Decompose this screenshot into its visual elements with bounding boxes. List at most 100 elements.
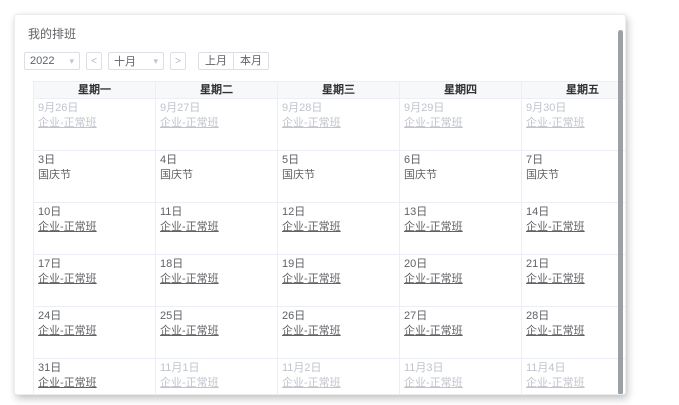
- calendar-cell[interactable]: 11月2日 企业-正常班: [278, 359, 400, 395]
- cell-date: 28日: [526, 309, 626, 324]
- shift-link[interactable]: 企业-正常班: [404, 117, 463, 129]
- cell-date: 26日: [282, 309, 395, 324]
- cell-date: 12日: [282, 205, 395, 220]
- cell-date: 3日: [38, 153, 151, 168]
- weekday-header: 星期一: [34, 82, 156, 99]
- holiday-label: 国庆节: [38, 169, 71, 181]
- shift-link[interactable]: 企业-正常班: [282, 221, 341, 233]
- calendar-cell[interactable]: 27日 企业-正常班: [400, 307, 522, 359]
- shift-link[interactable]: 企业-正常班: [404, 221, 463, 233]
- cell-date: 24日: [38, 309, 151, 324]
- shift-link[interactable]: 企业-正常班: [38, 377, 97, 389]
- holiday-label: 国庆节: [160, 169, 193, 181]
- prev-arrow-button[interactable]: <: [86, 52, 102, 70]
- calendar-cell[interactable]: 19日 企业-正常班: [278, 255, 400, 307]
- shift-link[interactable]: 企业-正常班: [404, 273, 463, 285]
- calendar-cell[interactable]: 31日 企业-正常班: [34, 359, 156, 395]
- shift-link[interactable]: 企业-正常班: [526, 377, 585, 389]
- calendar-cell[interactable]: 20日 企业-正常班: [400, 255, 522, 307]
- cell-date: 31日: [38, 361, 151, 376]
- next-arrow-button[interactable]: >: [170, 52, 186, 70]
- year-select-value: 2022: [30, 55, 54, 67]
- shift-link[interactable]: 企业-正常班: [160, 273, 219, 285]
- cell-date: 21日: [526, 257, 626, 272]
- cell-date: 11月4日: [526, 361, 626, 376]
- cell-date: 13日: [404, 205, 517, 220]
- calendar-cell[interactable]: 9月29日 企业-正常班: [400, 99, 522, 151]
- calendar-cell[interactable]: 6日 国庆节: [400, 151, 522, 203]
- shift-link[interactable]: 企业-正常班: [160, 117, 219, 129]
- cell-date: 11月2日: [282, 361, 395, 376]
- calendar-cell[interactable]: 9月30日 企业-正常班: [522, 99, 626, 151]
- calendar-cell[interactable]: 18日 企业-正常班: [156, 255, 278, 307]
- chevron-down-icon: ▾: [153, 57, 158, 66]
- calendar-cell[interactable]: 17日 企业-正常班: [34, 255, 156, 307]
- page-title: 我的排班: [28, 26, 625, 42]
- shift-link[interactable]: 企业-正常班: [38, 273, 97, 285]
- holiday-label: 国庆节: [404, 169, 437, 181]
- shift-link[interactable]: 企业-正常班: [282, 325, 341, 337]
- shift-link[interactable]: 企业-正常班: [526, 325, 585, 337]
- month-select[interactable]: 十月 ▾: [108, 52, 164, 70]
- calendar-cell[interactable]: 9月27日 企业-正常班: [156, 99, 278, 151]
- shift-link[interactable]: 企业-正常班: [282, 377, 341, 389]
- vertical-scrollbar[interactable]: [618, 30, 623, 395]
- calendar-toolbar: 2022 ▾ < 十月 ▾ > 上月 本月: [24, 52, 625, 70]
- cell-date: 7日: [526, 153, 626, 168]
- month-nav-group: 上月 本月: [198, 52, 269, 70]
- calendar-cell[interactable]: 11月1日 企业-正常班: [156, 359, 278, 395]
- calendar-cell[interactable]: 26日 企业-正常班: [278, 307, 400, 359]
- shift-link[interactable]: 企业-正常班: [160, 325, 219, 337]
- calendar-cell[interactable]: 21日 企业-正常班: [522, 255, 626, 307]
- shift-link[interactable]: 企业-正常班: [38, 117, 97, 129]
- shift-link[interactable]: 企业-正常班: [404, 325, 463, 337]
- calendar-cell[interactable]: 9月28日 企业-正常班: [278, 99, 400, 151]
- shift-link[interactable]: 企业-正常班: [160, 377, 219, 389]
- shift-link[interactable]: 企业-正常班: [282, 273, 341, 285]
- schedule-panel: 我的排班 2022 ▾ < 十月 ▾ > 上月 本月 星期一 星期二 星期三 星…: [14, 14, 626, 395]
- shift-link[interactable]: 企业-正常班: [38, 325, 97, 337]
- calendar-cell[interactable]: 28日 企业-正常班: [522, 307, 626, 359]
- shift-link[interactable]: 企业-正常班: [526, 221, 585, 233]
- shift-link[interactable]: 企业-正常班: [404, 377, 463, 389]
- calendar-cell[interactable]: 12日 企业-正常班: [278, 203, 400, 255]
- calendar-week-row: 17日 企业-正常班 18日 企业-正常班 19日 企业-正常班 20日 企业-…: [33, 255, 626, 307]
- calendar-week-row: 3日 国庆节 4日 国庆节 5日 国庆节 6日 国庆节 7日 国庆节: [33, 151, 626, 203]
- month-select-value: 十月: [114, 53, 136, 69]
- shift-link[interactable]: 企业-正常班: [160, 221, 219, 233]
- cell-date: 27日: [404, 309, 517, 324]
- year-select[interactable]: 2022 ▾: [24, 52, 80, 70]
- shift-link[interactable]: 企业-正常班: [282, 117, 341, 129]
- shift-link[interactable]: 企业-正常班: [526, 117, 585, 129]
- calendar-cell[interactable]: 5日 国庆节: [278, 151, 400, 203]
- calendar-cell[interactable]: 13日 企业-正常班: [400, 203, 522, 255]
- shift-link[interactable]: 企业-正常班: [38, 221, 97, 233]
- cell-date: 18日: [160, 257, 273, 272]
- holiday-label: 国庆节: [282, 169, 315, 181]
- calendar-cell[interactable]: 7日 国庆节: [522, 151, 626, 203]
- this-month-button[interactable]: 本月: [233, 52, 269, 70]
- calendar-cell[interactable]: 24日 企业-正常班: [34, 307, 156, 359]
- calendar-cell[interactable]: 11月4日 企业-正常班: [522, 359, 626, 395]
- calendar-week-row: 24日 企业-正常班 25日 企业-正常班 26日 企业-正常班 27日 企业-…: [33, 307, 626, 359]
- weekday-header: 星期四: [400, 82, 522, 99]
- calendar-cell[interactable]: 11日 企业-正常班: [156, 203, 278, 255]
- shift-link[interactable]: 企业-正常班: [526, 273, 585, 285]
- calendar-week-row: 10日 企业-正常班 11日 企业-正常班 12日 企业-正常班 13日 企业-…: [33, 203, 626, 255]
- calendar-cell[interactable]: 9月26日 企业-正常班: [34, 99, 156, 151]
- cell-date: 11日: [160, 205, 273, 220]
- calendar: 星期一 星期二 星期三 星期四 星期五 9月26日 企业-正常班 9月27日 企…: [33, 81, 626, 395]
- calendar-cell[interactable]: 11月3日 企业-正常班: [400, 359, 522, 395]
- cell-date: 25日: [160, 309, 273, 324]
- cell-date: 5日: [282, 153, 395, 168]
- calendar-cell[interactable]: 25日 企业-正常班: [156, 307, 278, 359]
- cell-date: 4日: [160, 153, 273, 168]
- calendar-cell[interactable]: 3日 国庆节: [34, 151, 156, 203]
- calendar-cell[interactable]: 4日 国庆节: [156, 151, 278, 203]
- calendar-cell[interactable]: 10日 企业-正常班: [34, 203, 156, 255]
- calendar-cell[interactable]: 14日 企业-正常班: [522, 203, 626, 255]
- cell-date: 11月3日: [404, 361, 517, 376]
- prev-month-button[interactable]: 上月: [198, 52, 234, 70]
- cell-date: 9月26日: [38, 101, 151, 116]
- cell-date: 9月30日: [526, 101, 626, 116]
